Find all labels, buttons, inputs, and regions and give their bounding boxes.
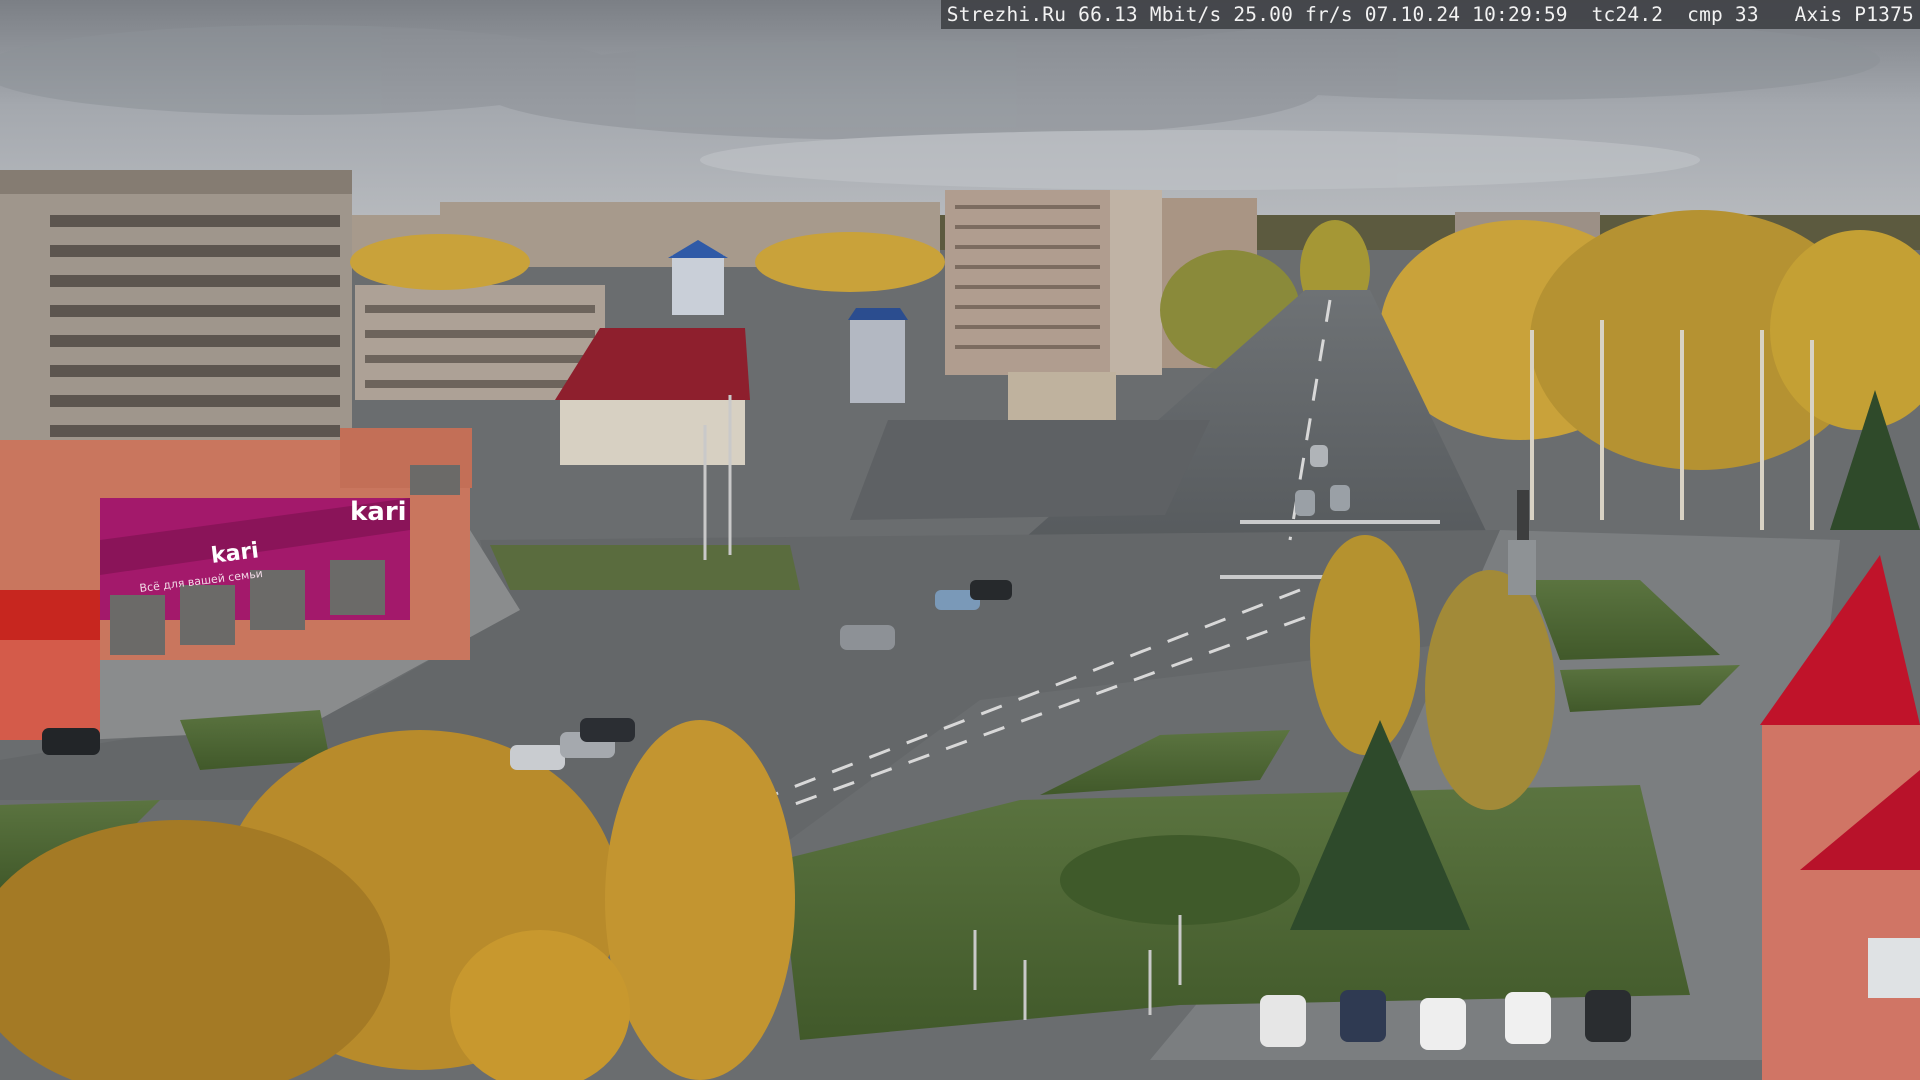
right-red-building [1762,725,1920,1080]
osd-datetime: 07.10.24 10:29:59 [1364,3,1568,26]
osd-tc: tc24.2 [1591,3,1664,26]
blue-roof-building [850,318,905,403]
osd-site: Strezhi.Ru [946,3,1067,26]
osd-bitrate: 66.13 Mbit/s [1078,3,1222,26]
kari-logo-sign: kari [350,497,407,527]
osd-camera-model: Axis P1375 [1794,3,1914,26]
low-pavilion [1008,372,1116,420]
shrubs-foreground [1060,835,1300,925]
left-apartment-roof [0,170,352,194]
camera-osd-overlay: Strezhi.Ru 66.13 Mbit/s 25.00 fr/s 07.10… [940,0,1920,29]
red-roof-building-wall [560,395,745,465]
osd-compression: cmp 33 [1687,3,1759,26]
monument-pedestal [1508,540,1536,595]
center-apartment-tower [1110,190,1162,375]
parking-plaza [850,420,1210,520]
lawn-center-left [490,545,800,590]
left-apartment-windows [50,215,340,467]
right-red-building-window [1868,938,1920,998]
city-street-scene: kari kari Всё для вашей семьи [0,0,1920,1080]
blue-tower [672,255,724,315]
monument-figure [1517,490,1529,540]
webcam-frame: kari kari Всё для вашей семьи Strezhi.Ru… [0,0,1920,1080]
osd-framerate: 25.00 fr/s [1233,3,1353,26]
red-corner-lower [0,640,100,740]
